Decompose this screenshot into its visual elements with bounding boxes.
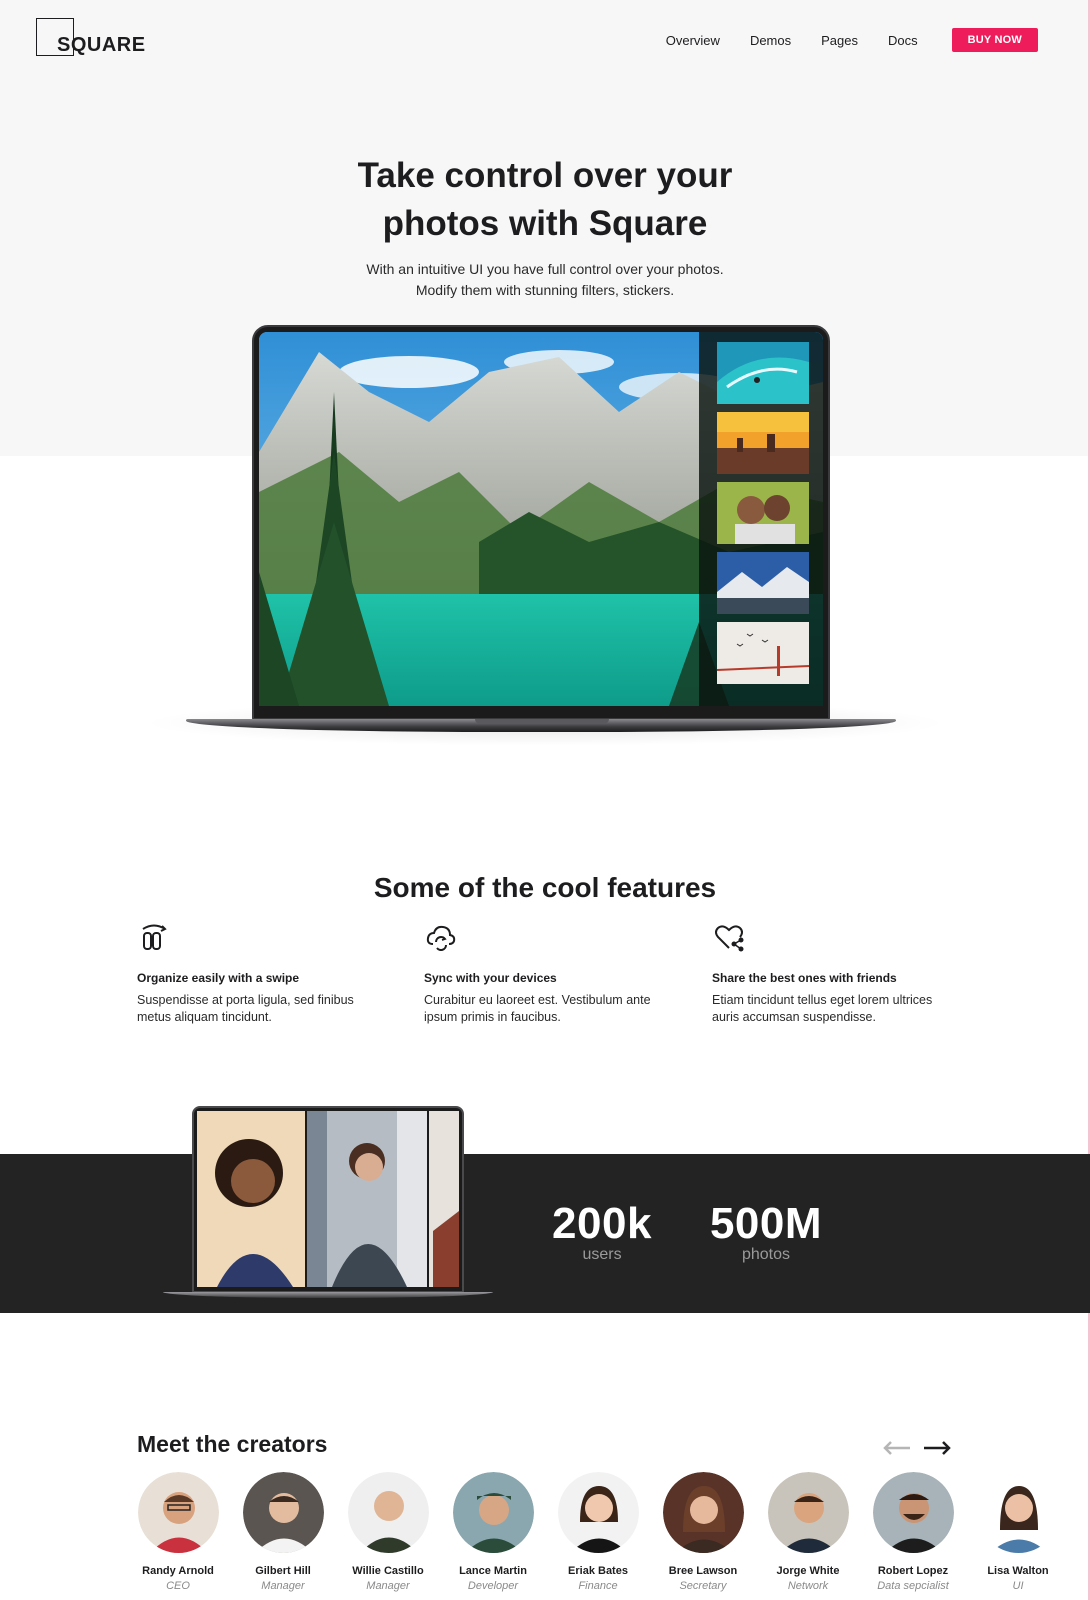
logo-text: SQUARE [57, 34, 146, 56]
nav-docs[interactable]: Docs [888, 33, 918, 48]
creator-card[interactable]: Robert Lopez Data sepcialist [861, 1472, 965, 1592]
hero-title-line: photos with Square [382, 204, 708, 243]
nav-pages[interactable]: Pages [821, 33, 858, 48]
creator-role: Developer [467, 1580, 519, 1592]
avatar [242, 1472, 324, 1553]
avatar [767, 1472, 849, 1553]
feature-description: Curabitur eu laoreet est. Vestibulum ant… [424, 992, 664, 1026]
avatar [557, 1472, 639, 1553]
main-nav: Overview Demos Pages Docs BUY NOW [636, 28, 1038, 52]
feature-description-line: Suspendisse at porta ligula, sed finibus [137, 993, 354, 1007]
creator-card[interactable]: Willie Castillo Manager [336, 1472, 440, 1592]
thumbnail-couple[interactable] [717, 482, 809, 544]
avatar [452, 1472, 534, 1553]
creator-name: Robert Lopez [877, 1565, 949, 1577]
creator-card[interactable]: Jorge White Network [756, 1472, 860, 1592]
stat-label: users [582, 1246, 622, 1263]
hero-title-line: Take control over your [357, 156, 733, 195]
creator-role: Data sepcialist [877, 1580, 949, 1592]
hero-title: Take control over your photos with Squar… [0, 152, 1090, 248]
creator-card[interactable]: Lance Martin Developer [441, 1472, 545, 1592]
cloud-sync-icon [426, 925, 456, 951]
feature-description-line: auris accumsan suspendisse. [712, 1010, 876, 1024]
creator-name: Eriak Bates [568, 1565, 628, 1577]
creator-card[interactable]: Randy Arnold CEO [126, 1472, 230, 1592]
feature-sync: Sync with your devices Curabitur eu laor… [424, 920, 664, 1026]
people-photo-collage [197, 1111, 459, 1287]
feature-description: Suspendisse at porta ligula, sed finibus… [137, 992, 377, 1026]
creator-name: Lance Martin [459, 1565, 527, 1577]
creator-role: Secretary [679, 1580, 727, 1592]
creator-card[interactable]: Gilbert Hill Manager [231, 1472, 335, 1592]
creator-role: Manager [366, 1580, 410, 1592]
feature-title: Organize easily with a swipe [137, 971, 300, 985]
hero-subtitle-line: Modify them with stunning filters, stick… [415, 282, 675, 298]
stat-value: 500M [709, 1199, 823, 1248]
feature-description-line: metus aliquam tincidunt. [137, 1010, 272, 1024]
thumbnail-sunset-city[interactable] [717, 412, 809, 474]
creator-name: Randy Arnold [142, 1565, 214, 1577]
creator-role: Finance [578, 1580, 618, 1592]
feature-title: Sync with your devices [424, 971, 557, 985]
feature-share: Share the best ones with friends Etiam t… [712, 920, 952, 1026]
heart-share-icon [715, 925, 744, 952]
buy-now-button[interactable]: BUY NOW [951, 28, 1038, 52]
features-title: Some of the cool features [373, 872, 717, 903]
creator-name: Willie Castillo [352, 1565, 424, 1577]
feature-organize: Organize easily with a swipe Suspendisse… [137, 920, 377, 1026]
thumbnail-surf[interactable] [717, 342, 809, 404]
avatar [977, 1472, 1059, 1553]
nav-overview[interactable]: Overview [666, 33, 720, 48]
creator-role: UI [1012, 1580, 1024, 1592]
thumbnail-sidebar [699, 332, 823, 706]
creator-name: Gilbert Hill [255, 1565, 311, 1577]
feature-title: Share the best ones with friends [712, 971, 897, 985]
stat-value: 200k [552, 1199, 652, 1248]
small-laptop-screen [197, 1111, 459, 1287]
stat-photos: 500M photos [698, 1200, 834, 1264]
hero-subtitle: With an intuitive UI you have full contr… [0, 259, 1090, 301]
hero-subtitle-line: With an intuitive UI you have full contr… [366, 261, 724, 277]
feature-description-line: Curabitur eu laoreet est. Vestibulum ant… [424, 993, 651, 1007]
avatar [137, 1472, 219, 1553]
creator-name: Jorge White [776, 1565, 840, 1577]
swipe-hand-icon [142, 924, 167, 950]
laptop-screen [259, 332, 823, 706]
stat-users: 200k users [541, 1200, 663, 1264]
creator-card[interactable]: Eriak Bates Finance [546, 1472, 650, 1592]
avatar [872, 1472, 954, 1553]
feature-description-line: ipsum primis in faucibus. [424, 1010, 561, 1024]
feature-description: Etiam tincidunt tellus eget lorem ultric… [712, 992, 952, 1026]
stat-label: photos [741, 1246, 791, 1263]
small-laptop-mockup [192, 1106, 464, 1293]
thumbnail-mountains[interactable] [717, 552, 809, 614]
arrow-right-icon[interactable] [922, 1440, 952, 1456]
avatar [347, 1472, 429, 1553]
creator-name: Lisa Walton [987, 1565, 1049, 1577]
creator-card[interactable]: Bree Lawson Secretary [651, 1472, 755, 1592]
laptop-notch [475, 719, 609, 724]
avatar [662, 1472, 744, 1553]
creator-role: Network [787, 1580, 829, 1592]
logo[interactable]: SQUARE [36, 18, 166, 58]
creator-name: Bree Lawson [668, 1565, 738, 1577]
laptop-mockup [252, 325, 830, 720]
creators-title: Meet the creators [137, 1431, 328, 1457]
thumbnail-bridge[interactable] [717, 622, 809, 684]
creator-card[interactable]: Lisa Walton UI [966, 1472, 1070, 1592]
creator-role: Manager [261, 1580, 305, 1592]
feature-description-line: Etiam tincidunt tellus eget lorem ultric… [712, 993, 933, 1007]
arrow-left-icon[interactable] [882, 1440, 912, 1456]
creator-role: CEO [166, 1580, 190, 1592]
nav-demos[interactable]: Demos [750, 33, 791, 48]
